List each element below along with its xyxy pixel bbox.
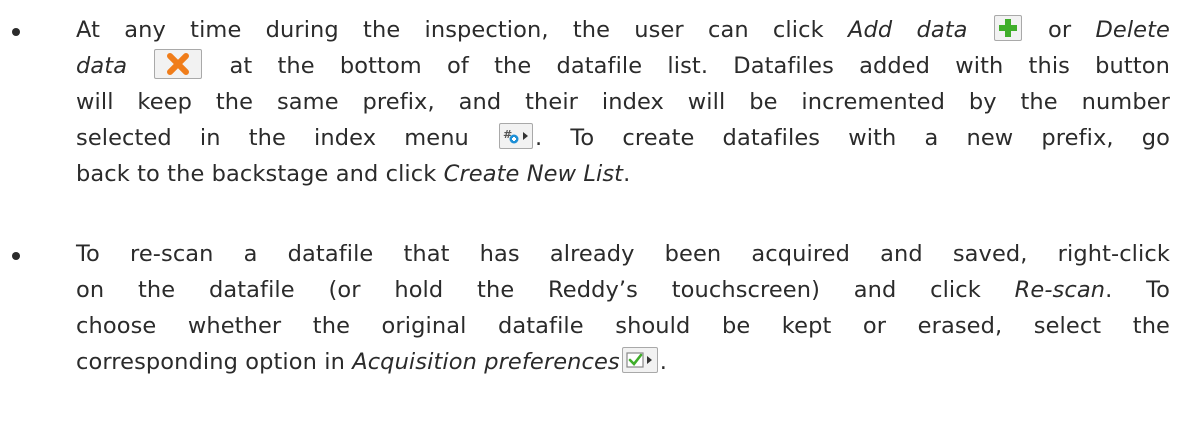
text-run: At any time during the inspection, the u… (76, 17, 848, 43)
text-line: will keep the same prefix, and their ind… (76, 84, 1170, 120)
text-line: data at the bottom of the datafile list.… (76, 48, 1170, 84)
checkbox-menu-icon (621, 347, 658, 373)
text-line: back to the backstage and click Create N… (76, 156, 1170, 192)
text-run: . (659, 349, 667, 375)
bullet-text: At any time during the inspection, the u… (76, 12, 1170, 192)
text-line: corresponding option in Acquisition pref… (76, 344, 1170, 380)
text-run: will keep the same prefix, and their ind… (76, 89, 1170, 115)
text-run: choose whether the original datafile sho… (76, 313, 1170, 339)
text-run: at the bottom of the datafile list. Data… (204, 53, 1170, 79)
x-icon (154, 49, 203, 79)
text-run: . To create datafiles with a new prefix,… (535, 125, 1171, 151)
text-run: corresponding option in (76, 349, 353, 375)
text-run: . (623, 161, 631, 187)
acquisition-preferences-label: Acquisition preferences (352, 349, 620, 375)
text-line: on the datafile (or hold the Reddy’s tou… (76, 272, 1170, 308)
text-line: To re-scan a datafile that has already b… (76, 236, 1170, 272)
delete-data-label-cont: data (76, 53, 128, 79)
add-data-label: Add data (847, 17, 968, 43)
delete-data-label: Delete (1095, 17, 1170, 43)
document-page: At any time during the inspection, the u… (0, 0, 1194, 430)
text-run: To re-scan a datafile that has already b… (76, 241, 1170, 267)
text-run: on the datafile (or hold the Reddy’s tou… (76, 277, 1015, 303)
bullet-dot (12, 28, 20, 36)
rescan-label: Re-scan (1014, 277, 1106, 303)
create-new-list-label: Create New List (443, 161, 624, 187)
bullet-text: To re-scan a datafile that has already b… (76, 236, 1170, 380)
text-run: back to the backstage and click (76, 161, 444, 187)
index-menu-icon: # (499, 123, 534, 149)
text-line: At any time during the inspection, the u… (76, 12, 1170, 48)
text-line: selected in the index menu #. To create … (76, 120, 1170, 156)
text-run: or (1023, 17, 1096, 43)
text-line: choose whether the original datafile sho… (76, 308, 1170, 344)
bullet-dot (12, 252, 20, 260)
text-run: selected in the index menu (76, 125, 498, 151)
text-run: . To (1105, 277, 1170, 303)
plus-icon (993, 15, 1022, 41)
